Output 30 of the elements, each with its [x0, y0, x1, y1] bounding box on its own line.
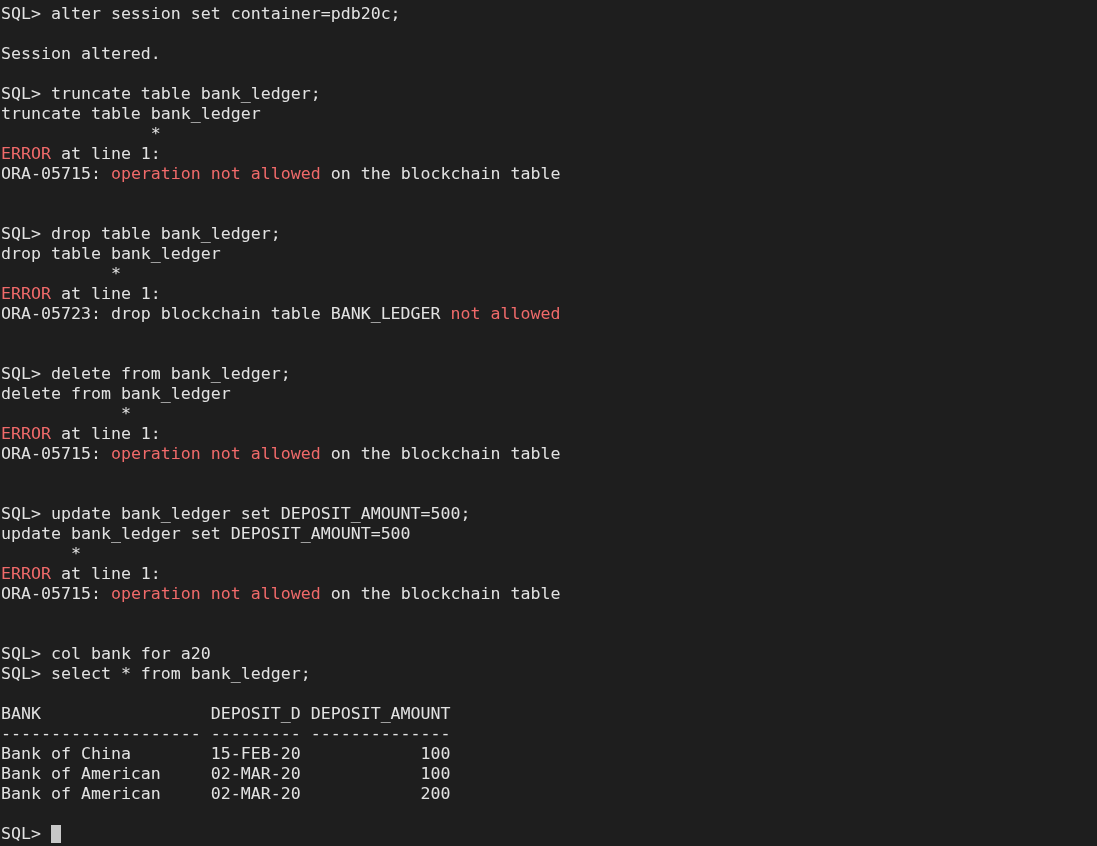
terminal-line: ORA-05723: drop blockchain table BANK_LEDGER not allowed: [1, 304, 561, 324]
terminal-line: delete from bank_ledger: [1, 384, 231, 404]
terminal-line: *: [119, 404, 131, 424]
prompt-text: SQL>: [1, 824, 42, 844]
terminal-line: ORA-05715: operation not allowed on the blockchain table: [1, 164, 561, 184]
terminal-line: SQL> update bank_ledger set DEPOSIT_AMOUNT=500;: [1, 504, 471, 524]
terminal-line: ERROR at line 1:: [1, 564, 161, 584]
terminal-line: Bank of American 02-MAR-20 200: [1, 784, 451, 804]
terminal-line: BANK DEPOSIT_D DEPOSIT_AMOUNT: [1, 704, 451, 724]
terminal-line: update bank_ledger set DEPOSIT_AMOUNT=500: [1, 524, 411, 544]
terminal-line: ERROR at line 1:: [1, 284, 161, 304]
terminal-line: SQL> col bank for a20: [1, 644, 211, 664]
terminal-line: SQL> delete from bank_ledger;: [1, 364, 291, 384]
terminal-line: ERROR at line 1:: [1, 144, 161, 164]
terminal-line: drop table bank_ledger: [1, 244, 221, 264]
terminal-line: SQL> alter session set container=pdb20c;: [1, 4, 401, 24]
terminal-line: SQL> select * from bank_ledger;: [1, 664, 311, 684]
terminal-line: ORA-05715: operation not allowed on the blockchain table: [1, 584, 561, 604]
terminal-line: ORA-05715: operation not allowed on the blockchain table: [1, 444, 561, 464]
terminal-line: Bank of China 15-FEB-20 100: [1, 744, 451, 764]
terminal-line: ERROR at line 1:: [1, 424, 161, 444]
terminal-line: *: [109, 264, 121, 284]
terminal-line: *: [149, 124, 161, 144]
terminal-line: Session altered.: [1, 44, 161, 64]
terminal-line: *: [69, 544, 81, 564]
terminal-line: SQL> drop table bank_ledger;: [1, 224, 281, 244]
terminal-line: truncate table bank_ledger: [1, 104, 261, 124]
terminal-line: -------------------- --------- --------------: [1, 724, 451, 744]
terminal-line: Bank of American 02-MAR-20 100: [1, 764, 451, 784]
terminal-line: SQL> truncate table bank_ledger;: [1, 84, 321, 104]
